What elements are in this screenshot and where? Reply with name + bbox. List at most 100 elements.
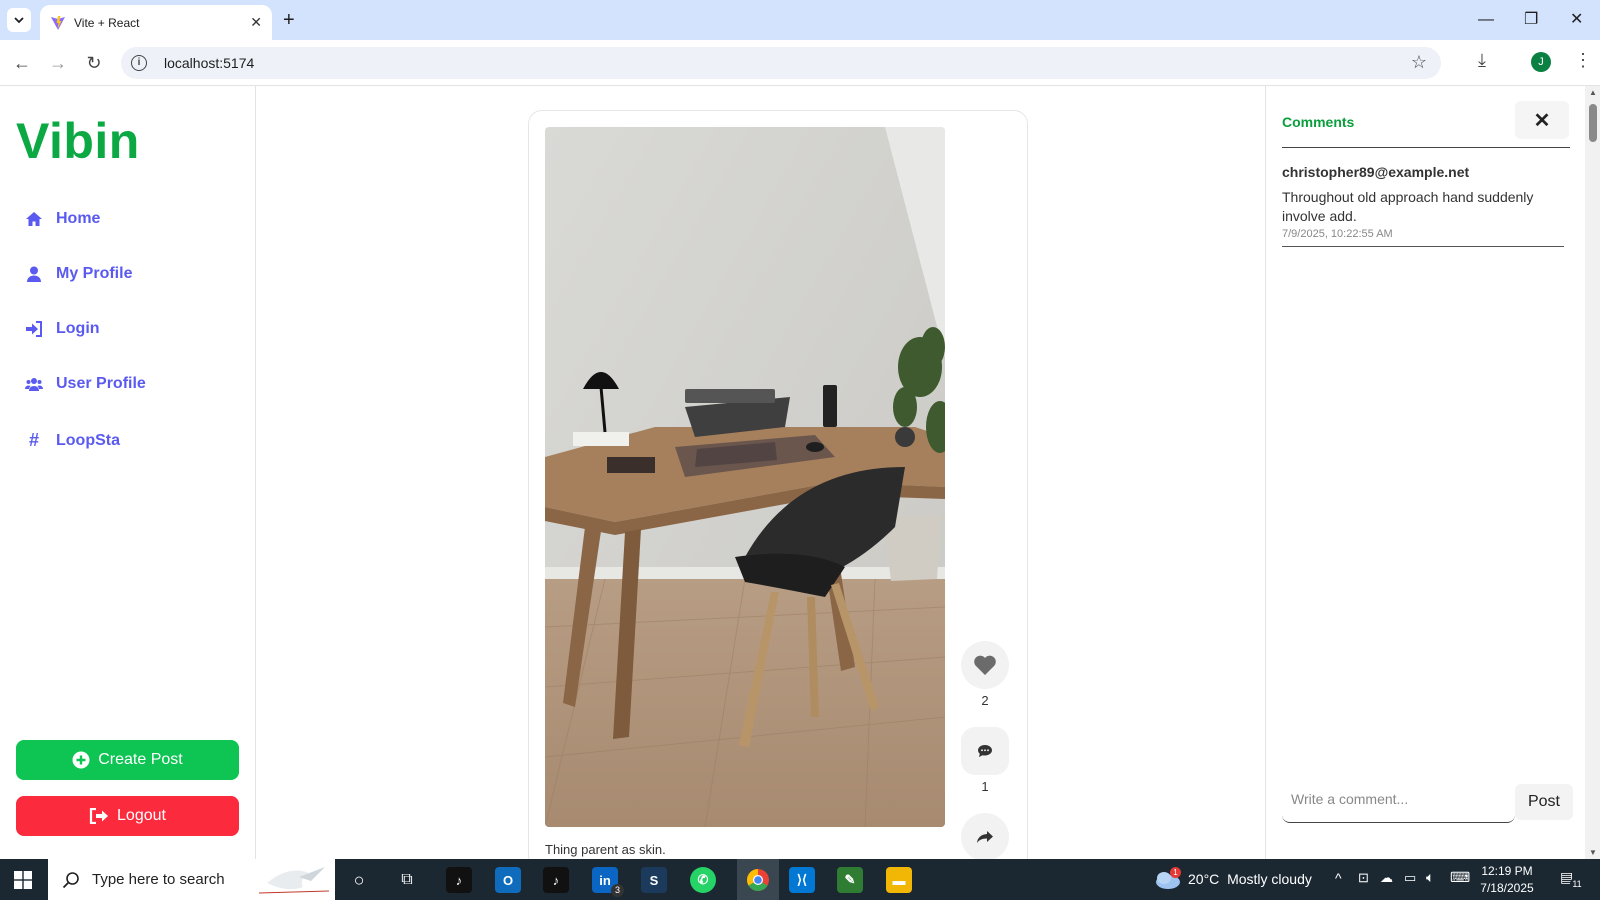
comment-text: Throughout old approach hand suddenly in… [1282, 189, 1534, 224]
address-bar[interactable]: i localhost:5174 ☆ [121, 47, 1441, 79]
home-icon [24, 211, 44, 227]
search-icon [62, 871, 79, 888]
create-post-button[interactable]: Create Post [16, 740, 239, 780]
weather-temp: 20°C [1188, 871, 1220, 887]
logout-button[interactable]: Logout [16, 796, 239, 836]
page-scrollbar[interactable]: ▲ ▼ [1585, 86, 1600, 859]
url-text: localhost:5174 [164, 55, 255, 71]
notepad-app-icon[interactable]: ✎ [837, 867, 863, 893]
close-window-icon[interactable]: ✕ [1570, 10, 1583, 30]
close-comments-button[interactable]: ✕ [1515, 101, 1569, 139]
file-explorer-icon[interactable]: ▬ [886, 867, 912, 893]
download-icon[interactable]: ⤓ [1478, 50, 1486, 71]
outlook-app-icon[interactable]: O [495, 867, 521, 893]
tiktok-app-icon[interactable]: ♪ [446, 867, 472, 893]
close-icon: ✕ [1533, 109, 1551, 132]
profile-avatar[interactable]: J [1531, 52, 1551, 72]
comments-panel: Comments ✕ christopher89@example.net Thr… [1265, 86, 1600, 859]
new-tab-button[interactable]: + [283, 9, 295, 31]
forward-arrow-icon[interactable]: → [47, 52, 69, 74]
tiktok-app-icon[interactable]: ♪ [543, 867, 569, 893]
reload-icon[interactable]: ↻ [83, 52, 105, 74]
sign-out-icon [89, 808, 109, 824]
comment-icon [978, 745, 992, 757]
comment-author: christopher89@example.net [1282, 164, 1470, 180]
nav-label: Login [56, 320, 100, 337]
create-post-label: Create Post [98, 751, 183, 768]
desk-photo [545, 127, 945, 827]
system-clock[interactable]: 12:19 PM 7/18/2025 [1462, 863, 1552, 897]
share-icon [977, 831, 993, 843]
tray-chevron-icon[interactable]: ^ [1335, 870, 1342, 886]
back-arrow-icon[interactable]: ← [11, 52, 33, 74]
restore-icon[interactable]: ❐ [1524, 10, 1538, 30]
sidebar: Vibin Home My Profile Login User Profile… [0, 86, 256, 859]
comment-input[interactable] [1282, 776, 1515, 823]
like-count: 2 [981, 693, 989, 708]
app-logo[interactable]: Vibin [16, 112, 140, 170]
post-image[interactable] [545, 127, 945, 827]
close-tab-icon[interactable]: ✕ [250, 14, 262, 31]
browser-window: Vite + React ✕ + — ❐ ✕ ← → ↻ i localhost… [0, 0, 1600, 870]
browser-tab[interactable]: Vite + React ✕ [40, 5, 272, 40]
divider [1282, 147, 1570, 148]
nav-label: User Profile [56, 375, 146, 392]
meet-now-icon[interactable]: ⊡ [1358, 870, 1369, 886]
logout-label: Logout [117, 807, 166, 824]
tab-bar: Vite + React ✕ + — ❐ ✕ [0, 0, 1600, 40]
clock-date: 7/18/2025 [1480, 881, 1534, 895]
nav-item-home[interactable]: Home [24, 210, 100, 228]
comment-count: 1 [981, 779, 989, 794]
battery-icon[interactable]: ▭ [1404, 870, 1416, 886]
vite-logo-icon [51, 15, 65, 30]
nav-label: LoopSta [56, 431, 120, 449]
app-root: Vibin Home My Profile Login User Profile… [0, 86, 1600, 870]
nav-item-login[interactable]: Login [24, 320, 100, 338]
scroll-up-icon[interactable]: ▲ [1589, 88, 1597, 97]
search-placeholder: Type here to search [92, 871, 225, 888]
onedrive-icon[interactable]: ☁ [1380, 870, 1393, 886]
post-comment-button[interactable]: Post [1515, 784, 1573, 820]
volume-icon[interactable]: 🔈︎ [1426, 869, 1434, 886]
share-button[interactable] [961, 813, 1009, 861]
minimize-icon[interactable]: — [1478, 10, 1494, 30]
post-caption: Thing parent as skin. [545, 842, 666, 857]
chrome-app-icon[interactable] [737, 859, 779, 900]
scroll-down-icon[interactable]: ▼ [1589, 848, 1597, 857]
nav-item-my-profile[interactable]: My Profile [24, 265, 132, 283]
vscode-app-icon[interactable]: ⟩⟨ [789, 867, 815, 893]
scrollbar-thumb[interactable] [1589, 104, 1597, 142]
bookmark-star-icon[interactable]: ☆ [1411, 52, 1427, 73]
notification-count: 11 [1570, 877, 1584, 891]
comment-item: christopher89@example.net Throughout old… [1282, 164, 1564, 247]
steam-app-icon[interactable]: S [641, 867, 667, 893]
more-menu-icon[interactable]: ⋮ [1574, 50, 1592, 71]
sign-in-icon [24, 321, 44, 337]
clock-time: 12:19 PM [1481, 864, 1533, 878]
linkedin-badge: 3 [611, 884, 624, 897]
nav-label: My Profile [56, 265, 133, 282]
comment-button[interactable] [961, 727, 1009, 775]
hashtag-icon: # [28, 430, 39, 450]
weather-desc: Mostly cloudy [1227, 871, 1312, 887]
dove-illustration-icon [259, 867, 329, 894]
users-icon [24, 377, 44, 391]
windows-start-icon[interactable] [14, 871, 32, 889]
linkedin-app-icon[interactable]: in 3 [592, 867, 624, 897]
nav-item-loopsta[interactable]: # LoopSta [24, 430, 120, 451]
nav-item-user-profile[interactable]: User Profile [24, 375, 146, 393]
whatsapp-app-icon[interactable]: ✆ [690, 867, 716, 893]
site-info-icon[interactable]: i [131, 55, 147, 71]
browser-toolbar: ← → ↻ i localhost:5174 ☆ [0, 40, 1600, 86]
chevron-down-icon [14, 16, 24, 23]
taskbar-search-box[interactable]: Type here to search [48, 859, 335, 900]
comment-timestamp: 7/9/2025, 10:22:55 AM [1282, 228, 1393, 240]
tab-search-button[interactable] [7, 8, 31, 32]
comments-title: Comments [1282, 114, 1355, 130]
user-icon [24, 266, 44, 282]
notification-center-icon[interactable]: ▤ 11 [1560, 869, 1584, 891]
task-view-icon[interactable]: ⧉ [394, 867, 420, 893]
cortana-icon[interactable]: ○ [346, 867, 372, 893]
like-button[interactable] [961, 641, 1009, 689]
plus-circle-icon [72, 751, 90, 769]
